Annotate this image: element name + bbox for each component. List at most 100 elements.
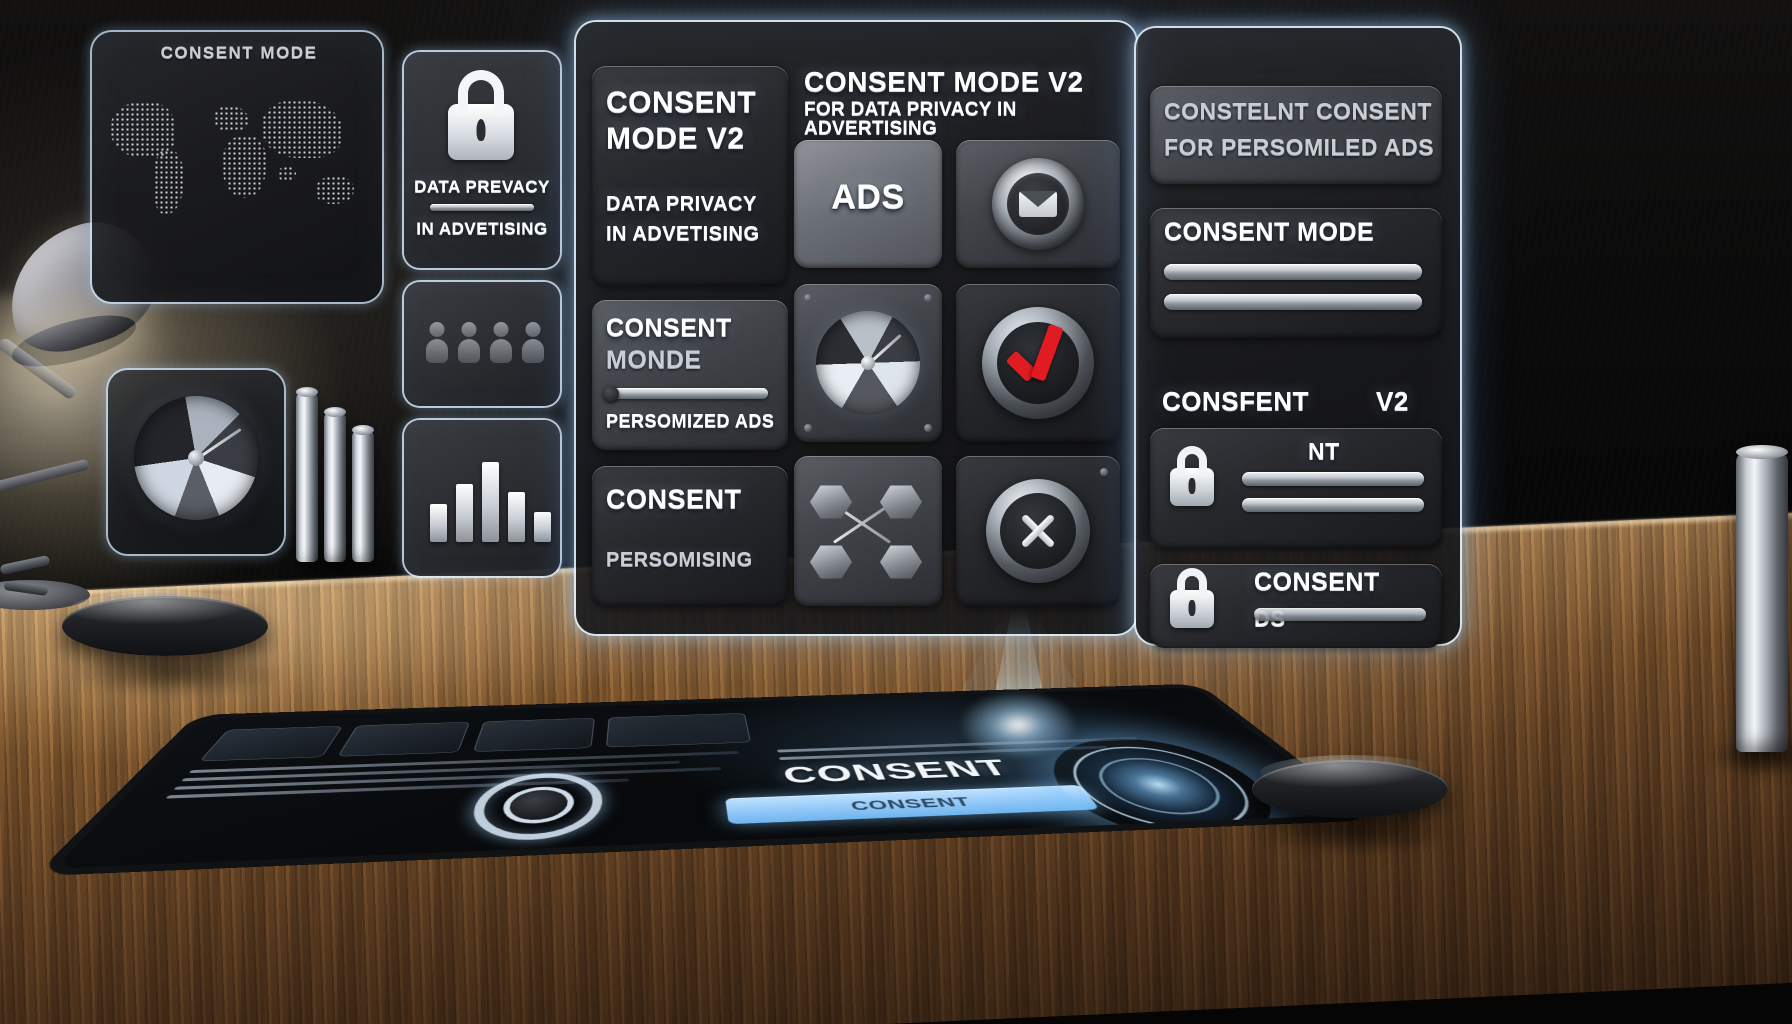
approve-check-tile[interactable] [956,284,1120,442]
right-row-label: CONSFENT [1162,386,1309,416]
right-card1-line1: CONSTELNT CONSENT [1164,98,1432,124]
card-consent-mode-settings[interactable]: CONSENT MODE [1150,208,1442,338]
ads-tile-label: ADS [831,178,905,216]
x-glyph [1016,509,1060,553]
continent-islands [278,166,296,182]
card-constant-consent[interactable]: CONSTELNT CONSENT FOR PERSOMILED ADS [1150,86,1442,184]
lock-row-bar-2[interactable] [1242,498,1424,512]
metal-cylinder-mid [324,407,346,562]
card-lock-rows-upper[interactable]: NT [1150,428,1442,548]
settings-bar-2[interactable] [1164,294,1422,310]
metal-puck-right [1252,754,1448,818]
screw-bottom-right [924,424,932,432]
right-card5-label-1: CONSENT [1254,568,1380,596]
tablet-consent-button[interactable]: CONSENT [725,784,1100,825]
person-glyph [522,322,544,363]
card1-line2: MODE V2 [606,122,745,155]
mail-tile[interactable] [956,140,1120,268]
tablet-widget-1[interactable] [199,725,343,762]
scene-root: CONSENT MODE DATA PREVACY IN ADVETISING [0,0,1792,1024]
world-map-panel[interactable]: CONSENT MODE [92,32,382,302]
right-card1-line2: FOR PERSOMILED ADS [1164,134,1435,160]
gauge-tile[interactable] [794,284,942,442]
continent-africa [222,136,266,198]
lock-tile-line1: DATA PREVACY [414,177,550,196]
metal-puck-left [62,590,268,656]
node-hex-4 [880,545,922,579]
card-lock-rows-lower[interactable]: CONSENT DS [1150,564,1442,648]
dotted-world-map [102,84,374,284]
red-checkmark-icon [1004,323,1072,385]
map-panel-title: CONSENT MODE [160,43,318,62]
network-nodes-icon [794,456,942,606]
tablet-widget-3[interactable] [472,717,595,752]
card-consent-personalising[interactable]: CONSENT PERSOMISING [592,466,788,606]
right-card4-label: NT [1308,438,1340,464]
bar-chart-tile[interactable] [404,420,560,576]
screw-top-right [924,294,932,302]
continent-europe [214,106,248,132]
network-nodes-tile[interactable] [794,456,942,606]
ads-tile[interactable]: ADS [794,140,942,268]
node-hex-2 [880,485,922,519]
settings-bar-1[interactable] [1164,264,1422,280]
pie-hub [188,450,204,466]
reject-close-tile[interactable] [956,456,1120,606]
lock-tile-divider-bar [430,204,534,211]
bar-chart-icon [430,456,551,542]
tablet-home-ring-icon[interactable] [463,771,605,843]
person-glyph [490,322,512,363]
card3-line1: CONSENT [606,484,742,514]
card-consent-monde[interactable]: CONSENT MONDE PERSOMIZED ADS [592,300,788,450]
metal-cylinder-short [352,425,374,562]
lock-tile-line2: IN ADVETISING [416,219,548,238]
mail-icon [992,158,1084,250]
gauge-icon [816,311,920,415]
metal-cylinder-tall [296,387,318,562]
puck-shadow-left [60,650,290,698]
gauge-hub [861,356,875,370]
tablet-widget-2[interactable] [337,721,470,757]
card1-line1: CONSENT [606,86,757,119]
continent-south-america [154,150,184,214]
card2-line1: CONSENT [606,314,732,342]
main-holographic-panel[interactable]: CONSENT MODE V2 FOR DATA PRIVACY IN ADVE… [576,22,1136,634]
audience-people-tile[interactable] [404,282,560,406]
card2-line2: MONDE [606,346,702,374]
people-icon [426,322,544,363]
person-glyph [426,322,448,363]
person-glyph [458,322,480,363]
card1-line4: IN ADVETISING [606,223,760,245]
right-row-value: V2 [1376,386,1409,416]
lock-row-bar-3[interactable] [1254,608,1426,621]
lock-row-bar-1[interactable] [1242,472,1424,486]
lock-icon [1170,468,1214,506]
mail-icon-inner [1007,173,1069,235]
card3-line2: PERSOMISING [606,549,753,571]
main-subheadline: FOR DATA PRIVACY IN ADVERTISING [804,99,1017,140]
projector-hotspot [958,690,1078,760]
card2-toggle-slider[interactable] [606,388,768,399]
tablet-consent-button-label: CONSENT [848,794,974,814]
right-holographic-panel[interactable]: CONSTELNT CONSENT FOR PERSOMILED ADS CON… [1136,28,1460,648]
cylinder-shadow [280,552,400,582]
main-headline: CONSENT MODE V2 [804,66,1084,97]
metal-tube-right [1736,445,1788,752]
pie-chart-icon [134,396,258,520]
continent-asia [262,100,342,158]
screw-top-left [804,294,812,302]
data-privacy-lock-tile[interactable]: DATA PREVACY IN ADVETISING [404,52,560,268]
tablet-widget-4[interactable] [605,713,751,748]
lock-icon [448,104,514,160]
continent-australia [316,176,354,204]
envelope-glyph [1019,191,1057,217]
card-consent-mode-v2[interactable]: CONSENT MODE V2 DATA PRIVACY IN ADVETISI… [592,66,788,286]
card1-line3: DATA PRIVACY [606,193,757,215]
screw-top-right-x [1100,468,1108,476]
puck-shadow-right [1248,812,1468,856]
right-card2-title: CONSENT MODE [1164,218,1375,246]
pie-chart-panel[interactable] [108,370,284,554]
node-hex-3 [810,545,852,579]
screw-bottom-left [804,424,812,432]
card2-line3: PERSOMIZED ADS [606,411,775,431]
